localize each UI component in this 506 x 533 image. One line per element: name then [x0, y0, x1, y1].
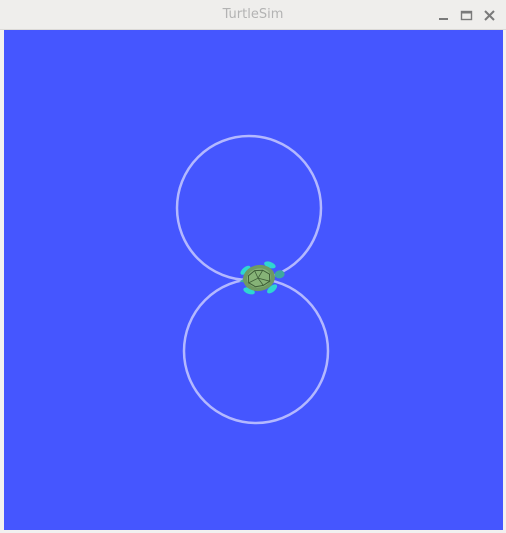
drawing-surface — [175, 134, 330, 425]
trail-lower-loop — [182, 277, 330, 425]
window-controls — [437, 6, 496, 24]
title-bar[interactable]: TurtleSim — [0, 0, 506, 30]
maximize-icon[interactable] — [460, 9, 473, 22]
turtle-canvas — [4, 30, 503, 530]
trail-upper-loop — [175, 134, 323, 282]
minimize-icon[interactable] — [437, 9, 450, 22]
close-icon[interactable] — [483, 9, 496, 22]
window-title: TurtleSim — [222, 7, 284, 22]
turtle-icon — [239, 261, 285, 295]
turtlesim-window: TurtleSim — [0, 0, 506, 533]
